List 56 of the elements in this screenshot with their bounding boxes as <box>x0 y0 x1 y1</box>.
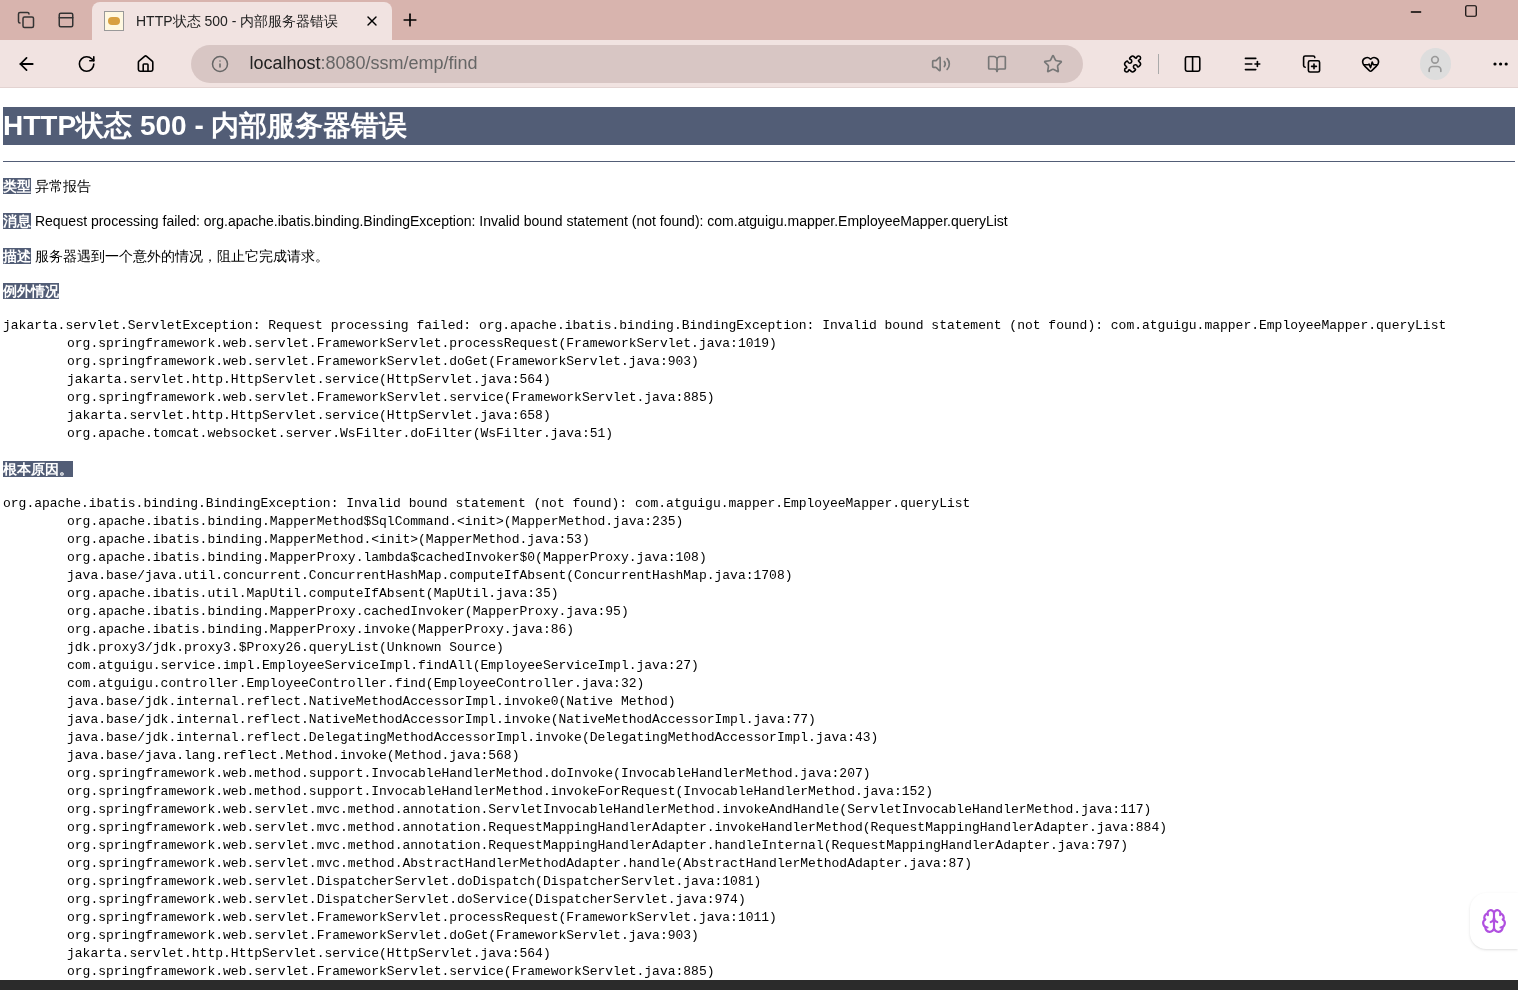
stack-frame: org.springframework.web.servlet.mvc.method.annotation.RequestMappingHandlerAdapter.handleInternal(RequestMappingHandlerAdapter.java:797) <box>3 837 1128 855</box>
stack-frame: java.base/java.lang.reflect.Method.invoke(Method.java:568) <box>3 747 520 765</box>
stack-frame: com.atguigu.controller.EmployeeController.find(EmployeeController.java:32) <box>3 675 645 693</box>
browser-tab[interactable]: HTTP状态 500 - 内部服务器错误 <box>92 2 392 40</box>
stack-frame: java.base/java.util.concurrent.ConcurrentHashMap.computeIfAbsent(ConcurrentHashMap.java:1708) <box>3 567 793 585</box>
stack-frame: java.base/jdk.internal.reflect.NativeMethodAccessorImpl.invoke(NativeMethodAccessorImpl.java:77) <box>3 711 816 729</box>
stack-frame: org.apache.ibatis.util.MapUtil.computeIfAbsent(MapUtil.java:35) <box>3 585 559 603</box>
stack-frame: org.springframework.web.servlet.FrameworkServlet.processRequest(FrameworkServlet.java:1011) <box>3 909 777 927</box>
info-icon[interactable] <box>211 54 230 73</box>
puzzle-icon[interactable] <box>1123 53 1143 74</box>
info-line: 类型 异常报告 <box>3 177 92 195</box>
stack-frame: org.apache.tomcat.websocket.server.WsFilter.doFilter(WsFilter.java:51) <box>3 425 614 443</box>
stack-frame: java.base/jdk.internal.reflect.DelegatingMethodAccessorImpl.invoke(DelegatingMethodAccessorImpl.java:43) <box>3 729 879 747</box>
stack-frame: org.springframework.web.method.support.InvocableHandlerMethod.doInvoke(InvocableHandlerMethod.java:207) <box>3 765 871 783</box>
exception-line: jakarta.servlet.ServletException: Request processing failed: org.apache.ibatis.binding.BindingException: Invalid bound statement (not found): com.atguigu.mapper.EmployeeMapper.queryList <box>3 317 1447 335</box>
stack-frame: org.apache.ibatis.binding.MapperProxy.lambda$cachedInvoker$0(MapperProxy.java:108) <box>3 549 707 567</box>
stack-frame: jakarta.servlet.http.HttpServlet.service(HttpServlet.java:564) <box>3 371 551 389</box>
read-aloud-icon[interactable] <box>931 53 952 74</box>
stack-frame: org.springframework.web.servlet.DispatcherServlet.doService(DispatcherServlet.java:974) <box>3 891 746 909</box>
stack-frame: org.springframework.web.servlet.mvc.method.annotation.RequestMappingHandlerAdapter.invokeHandlerMethod(RequestMappingHandlerAdapter.java:884) <box>3 819 1167 837</box>
page-title: HTTP状态 500 - 内部服务器错误 <box>3 107 1515 145</box>
stack-frame: org.apache.ibatis.binding.MapperProxy.invoke(MapperProxy.java:86) <box>3 621 575 639</box>
stack-frame: org.springframework.web.servlet.mvc.method.AbstractHandlerMethodAdapter.handle(AbstractHandlerMethodAdapter.java:87) <box>3 855 972 873</box>
stack-frame: org.springframework.web.servlet.FrameworkServlet.doGet(FrameworkServlet.java:903) <box>3 353 699 371</box>
stack-frame: org.springframework.web.method.support.InvocableHandlerMethod.invokeForRequest(InvocableHandlerMethod.java:152) <box>3 783 933 801</box>
stack-frame: org.springframework.web.servlet.FrameworkServlet.doGet(FrameworkServlet.java:903) <box>3 927 699 945</box>
collections-icon[interactable] <box>1301 53 1321 74</box>
stack-frame: jakarta.servlet.http.HttpServlet.service(HttpServlet.java:658) <box>3 407 551 425</box>
info-line: 消息 Request processing failed: org.apache.ibatis.binding.BindingException: Invalid bound statement (not found): com.atguigu.mapper.EmployeeMapper.queryList <box>3 212 1009 230</box>
stack-frame: org.springframework.web.servlet.FrameworkServlet.service(FrameworkServlet.java:885) <box>3 963 715 980</box>
exception-line: org.apache.ibatis.binding.BindingException: Invalid bound statement (not found): com.atguigu.mapper.EmployeeMapper.queryList <box>3 495 971 513</box>
book-icon[interactable] <box>987 53 1008 74</box>
info-line: 描述 服务器遇到一个意外的情况，阻止它完成请求。 <box>3 247 330 265</box>
stack-frame: org.springframework.web.servlet.FrameworkServlet.service(FrameworkServlet.java:885) <box>3 389 715 407</box>
stack-frame: jdk.proxy3/jdk.proxy3.$Proxy26.queryList(Unknown Source) <box>3 639 504 657</box>
stack-frame: org.springframework.web.servlet.DispatcherServlet.doDispatch(DispatcherServlet.java:1081) <box>3 873 762 891</box>
stack-frame: com.atguigu.service.impl.EmployeeServiceImpl.findAll(EmployeeServiceImpl.java:27) <box>3 657 699 675</box>
home-icon[interactable] <box>136 53 156 74</box>
stack-frame: jakarta.servlet.http.HttpServlet.service(HttpServlet.java:564) <box>3 945 551 963</box>
reload-icon[interactable] <box>77 53 97 74</box>
section-heading: 根本原因。 <box>3 460 74 478</box>
stack-frame: org.apache.ibatis.binding.MapperProxy.cachedInvoker(MapperProxy.java:95) <box>3 603 629 621</box>
split-screen-icon[interactable] <box>1183 53 1203 74</box>
tab-title: HTTP状态 500 - 内部服务器错误 <box>136 11 340 31</box>
stack-frame: org.springframework.web.servlet.mvc.method.annotation.ServletInvocableHandlerMethod.invokeAndHandle(ServletInvocableHandlerMethod.java:117) <box>3 801 1152 819</box>
maximize-icon[interactable] <box>1464 4 1478 18</box>
stack-frame: java.base/jdk.internal.reflect.NativeMethodAccessorImpl.invoke0(Native Method) <box>3 693 676 711</box>
stack-frame: org.apache.ibatis.binding.MapperMethod$SqlCommand.<init>(MapperMethod.java:235) <box>3 513 684 531</box>
stack-frame: org.apache.ibatis.binding.MapperMethod.<init>(MapperMethod.java:53) <box>3 531 590 549</box>
address-bar[interactable]: localhost:8080/ssm/emp/find <box>191 44 1084 83</box>
star-icon[interactable] <box>1043 53 1064 74</box>
url-text: localhost:8080/ssm/emp/find <box>249 52 478 75</box>
brain-icon <box>1481 908 1507 934</box>
stack-frame: org.springframework.web.servlet.FrameworkServlet.processRequest(FrameworkServlet.java:1019) <box>3 335 777 353</box>
copilot-button[interactable] <box>1470 893 1518 949</box>
section-heading: 例外情况 <box>3 282 60 300</box>
